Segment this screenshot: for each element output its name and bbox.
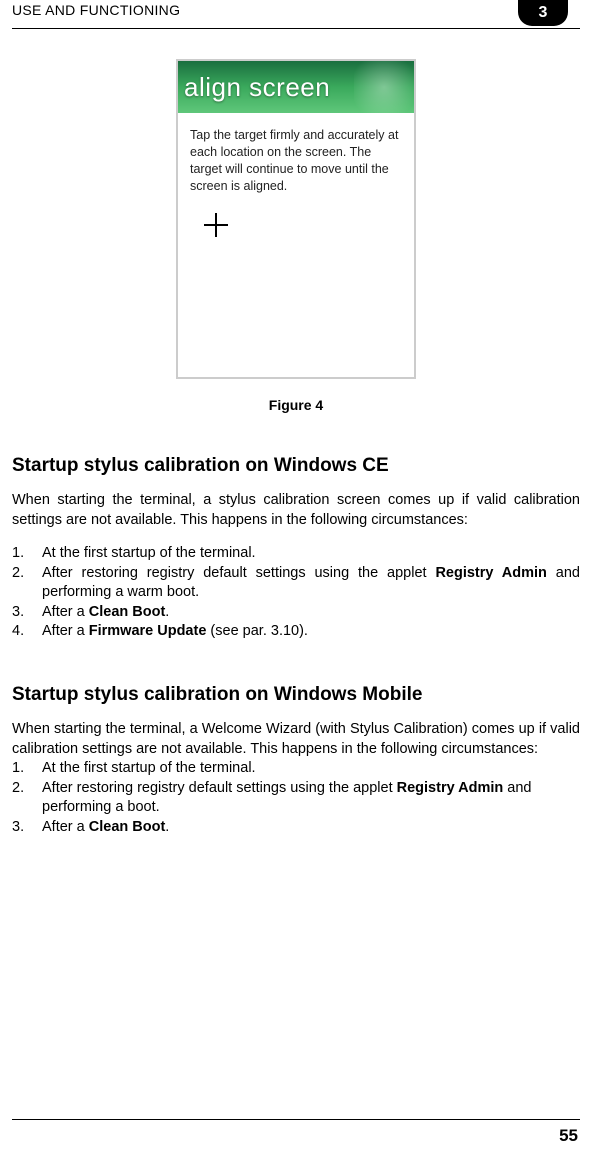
crosshair-target-icon (204, 213, 228, 237)
list-item: 1. At the first startup of the terminal. (12, 544, 580, 564)
list-num: 3. (12, 818, 42, 838)
list-text: After a Firmware Update (see par. 3.10). (42, 622, 580, 642)
list-item: 2. After restoring registry default sett… (12, 779, 580, 818)
list-text: After restoring registry default setting… (42, 564, 580, 603)
device-screenshot: align screen Tap the target firmly and a… (176, 59, 416, 379)
header-title: USE AND FUNCTIONING (12, 2, 180, 18)
list-text: After a Clean Boot. (42, 603, 580, 623)
heading-mobile: Startup stylus calibration on Windows Mo… (12, 684, 580, 706)
list-item: 3. After a Clean Boot. (12, 818, 580, 838)
list-mobile: 1. At the first startup of the terminal.… (12, 759, 580, 837)
page-number: 55 (559, 1126, 578, 1146)
list-ce: 1. At the first startup of the terminal.… (12, 544, 580, 642)
list-num: 2. (12, 779, 42, 818)
page-header: USE AND FUNCTIONING 3 (12, 0, 580, 26)
list-text: At the first startup of the terminal. (42, 759, 580, 779)
footer-rule (12, 1119, 580, 1120)
list-num: 2. (12, 564, 42, 603)
list-item: 3. After a Clean Boot. (12, 603, 580, 623)
banner-text: align screen (184, 72, 330, 103)
list-num: 4. (12, 622, 42, 642)
list-text: After a Clean Boot. (42, 818, 580, 838)
figure-caption: Figure 4 (269, 397, 323, 413)
figure-4: align screen Tap the target firmly and a… (12, 59, 580, 413)
list-num: 3. (12, 603, 42, 623)
list-num: 1. (12, 544, 42, 564)
device-banner: align screen (178, 61, 414, 113)
intro-ce: When starting the terminal, a stylus cal… (12, 491, 580, 530)
list-item: 2. After restoring registry default sett… (12, 564, 580, 603)
heading-ce: Startup stylus calibration on Windows CE (12, 455, 580, 477)
list-num: 1. (12, 759, 42, 779)
chapter-badge: 3 (518, 0, 568, 26)
list-text: At the first startup of the terminal. (42, 544, 580, 564)
list-item: 4. After a Firmware Update (see par. 3.1… (12, 622, 580, 642)
list-text: After restoring registry default setting… (42, 779, 580, 818)
header-rule (12, 28, 580, 29)
list-item: 1. At the first startup of the terminal. (12, 759, 580, 779)
device-instruction: Tap the target firmly and accurately at … (178, 113, 414, 195)
intro-mobile: When starting the terminal, a Welcome Wi… (12, 720, 580, 759)
